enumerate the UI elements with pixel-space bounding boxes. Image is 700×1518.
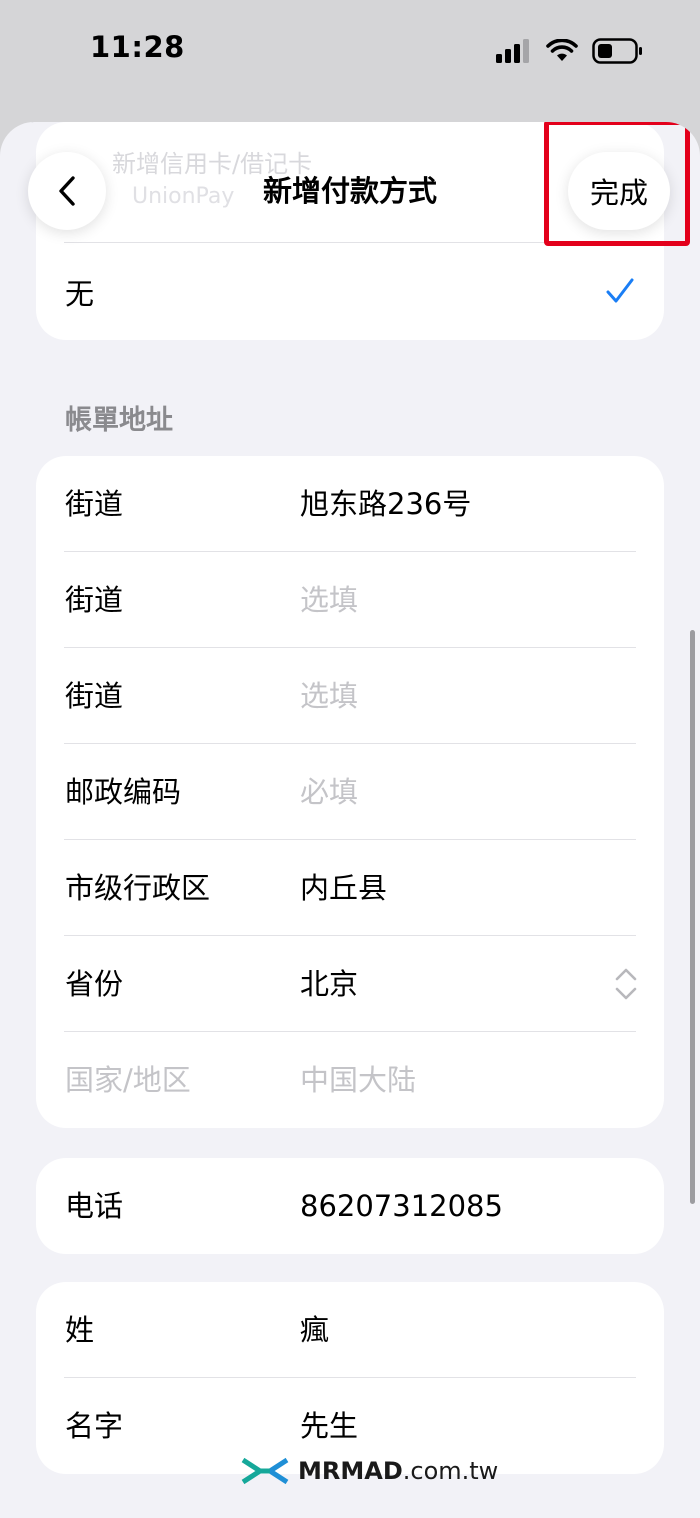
phone-card: 电话 86207312085: [36, 1158, 664, 1254]
postal-code-label: 邮政编码: [65, 775, 182, 809]
last-name-value[interactable]: 瘋: [300, 1282, 329, 1378]
province-value[interactable]: 北京: [300, 936, 358, 1032]
street-row-2[interactable]: 街道 选填: [36, 552, 664, 648]
billing-address-card: 街道 旭东路236号 街道 选填 街道 选填 邮政编码 必填 市级行政区 内丘县…: [36, 456, 664, 1128]
highlight-annotation: [544, 122, 690, 246]
province-label: 省份: [65, 967, 124, 1001]
street-value[interactable]: 旭东路236号: [300, 456, 471, 552]
scrollbar[interactable]: [690, 630, 695, 1204]
city-row[interactable]: 市级行政区 内丘县: [36, 840, 664, 936]
none-option-label: 无: [65, 277, 95, 311]
last-name-label: 姓: [65, 1313, 95, 1347]
watermark-text: MRMAD.com.tw: [298, 1457, 499, 1485]
wifi-icon: [546, 39, 578, 61]
street-input[interactable]: 选填: [300, 552, 358, 648]
billing-address-header: 帳單地址: [65, 405, 173, 436]
postal-code-input[interactable]: 必填: [300, 744, 358, 840]
phone-value[interactable]: 86207312085: [300, 1158, 503, 1254]
city-value[interactable]: 内丘县: [300, 840, 387, 936]
street-row-1[interactable]: 街道 旭东路236号: [36, 456, 664, 552]
navigation-bar: 新增付款方式 完成: [0, 122, 700, 246]
street-row-3[interactable]: 街道 选填: [36, 648, 664, 744]
cellular-signal-icon: [496, 39, 529, 63]
phone-row[interactable]: 电话 86207312085: [36, 1158, 664, 1254]
postal-code-row[interactable]: 邮政编码 必填: [36, 744, 664, 840]
country-region-label: 国家/地区: [65, 1063, 191, 1097]
phone-label: 电话: [65, 1189, 124, 1223]
street-label: 街道: [65, 487, 124, 521]
status-time: 11:28: [90, 30, 185, 64]
country-region-row: 国家/地区 中国大陆: [36, 1032, 664, 1128]
first-name-label: 名字: [65, 1409, 124, 1443]
status-bar: 11:28: [0, 0, 700, 100]
chevron-up-down-icon[interactable]: [614, 968, 638, 1000]
watermark: MRMAD.com.tw: [240, 1456, 498, 1486]
name-card: 姓 瘋 名字 先生: [36, 1282, 664, 1474]
mrmad-logo-icon: [241, 1457, 289, 1485]
checkmark-icon: [606, 278, 634, 303]
street-label: 街道: [65, 679, 124, 713]
status-icons: [496, 38, 644, 64]
province-row[interactable]: 省份 北京: [36, 936, 664, 1032]
battery-icon: [592, 38, 642, 64]
city-label: 市级行政区: [65, 871, 211, 905]
country-region-value: 中国大陆: [300, 1063, 417, 1097]
street-label: 街道: [65, 583, 124, 617]
payment-method-sheet: 新增信用卡/借记卡 UnionPay 无 新增付款方式 完成 帳單地址 街道 旭…: [0, 122, 700, 1518]
street-input[interactable]: 选填: [300, 648, 358, 744]
last-name-row[interactable]: 姓 瘋: [36, 1282, 664, 1378]
